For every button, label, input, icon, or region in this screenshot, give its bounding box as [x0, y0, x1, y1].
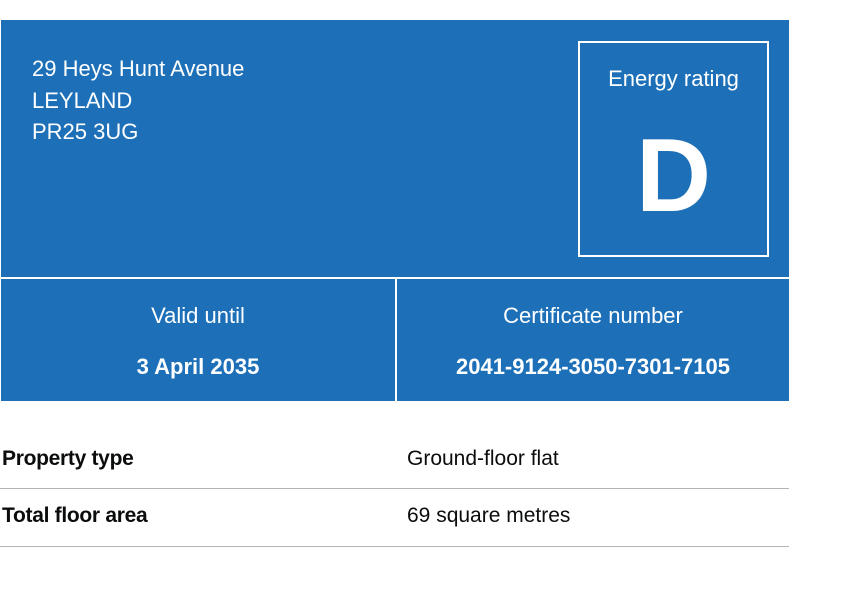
address-line-2: LEYLAND	[32, 87, 133, 113]
summary-row-floor-area: Total floor area 69 square metres	[0, 489, 789, 547]
address-postcode: PR25 3UG	[32, 119, 139, 144]
valid-until-label: Valid until	[151, 303, 245, 328]
valid-until-value: 3 April 2035	[136, 354, 260, 379]
energy-rating-letter: D	[635, 118, 712, 234]
property-summary-list: Property type Ground-floor flat Total fl…	[0, 432, 789, 547]
floor-area-value: 69 square metres	[407, 504, 571, 527]
floor-area-key: Total floor area	[2, 504, 148, 527]
address-line-1: 29 Heys Hunt Avenue	[32, 56, 245, 81]
certificate-number-label: Certificate number	[503, 303, 683, 328]
energy-rating-box: Energy rating D	[578, 41, 769, 257]
epc-summary-card: 29 Heys Hunt Avenue LEYLAND PR25 3UG Ene…	[1, 20, 789, 401]
valid-until-cell: Valid until 3 April 2035	[1, 279, 395, 401]
certificate-number-cell: Certificate number 2041-9124-3050-7301-7…	[397, 279, 789, 401]
energy-rating-label: Energy rating	[608, 66, 739, 91]
property-address: 29 Heys Hunt Avenue LEYLAND PR25 3UG	[32, 53, 244, 148]
property-type-value: Ground-floor flat	[407, 447, 559, 470]
card-header: 29 Heys Hunt Avenue LEYLAND PR25 3UG Ene…	[1, 20, 789, 277]
certificate-number-value: 2041-9124-3050-7301-7105	[455, 354, 730, 379]
summary-row-property-type: Property type Ground-floor flat	[0, 432, 789, 489]
property-type-key: Property type	[2, 447, 134, 470]
